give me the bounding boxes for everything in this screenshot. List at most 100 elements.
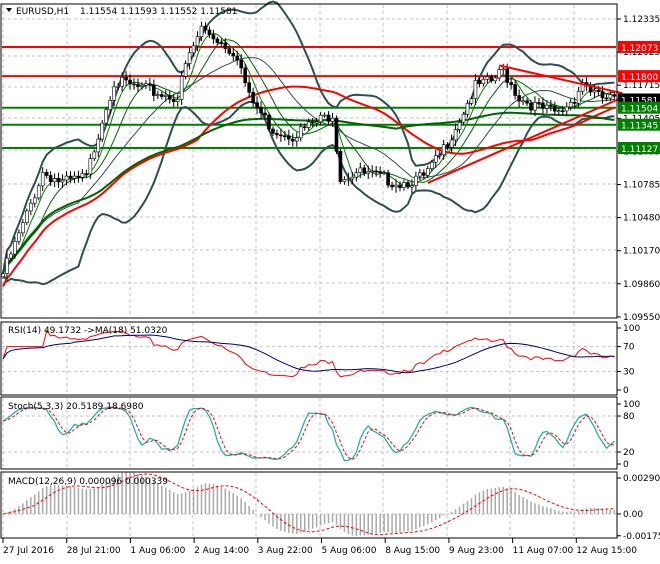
candle [219,38,224,47]
time-tick: 27 Jul 2016 [3,546,54,556]
ma-red [2,85,615,287]
candle [275,129,279,139]
candle [390,181,394,191]
candle [370,165,375,178]
chart-header: EURUSD,H1 1.11554 1.11593 1.11552 1.1158… [6,7,237,17]
candle [267,112,271,132]
candle [497,66,502,81]
candle [354,168,359,182]
level-label: 1.11345 [621,122,658,132]
candle [44,169,49,179]
bollinger-upper [2,0,615,274]
price-tick: 1.12335 [623,15,660,25]
time-tick: 2 Aug 14:00 [194,546,249,556]
candle [338,149,343,184]
candle [473,74,478,105]
candle [56,172,61,189]
stoch-title: Stoch(5,3,3) 20.5189 18.6980 [8,402,144,412]
level-label: 1.11127 [621,145,658,155]
candle [17,229,21,245]
candle [40,167,45,192]
candle [104,107,109,126]
rsi-axis-tick: 0 [623,386,629,396]
ohlc-values: 1.11554 1.11593 1.11552 1.11581 [80,7,237,17]
candle [378,166,382,178]
candle [231,48,236,62]
rsi-axis-tick: 100 [623,324,640,334]
candle [36,183,41,201]
candle [148,77,152,91]
candle [481,76,486,87]
candle [76,170,81,183]
trendline[interactable] [499,64,623,95]
price-tick: 1.09550 [623,313,660,323]
candle [183,60,188,80]
candle [513,80,517,100]
candle [529,99,533,114]
macd-axis-tick: -0.001759 [623,532,660,542]
candle [92,149,97,161]
candle [255,96,259,114]
rsi-title: RSI(14) 49.1732 ->MA(18) 51.0320 [8,326,168,336]
time-tick: 11 Aug 07:00 [513,546,574,556]
candle [549,99,553,112]
candle [294,132,299,147]
rsi-panel[interactable] [2,329,616,378]
candle [402,179,406,191]
candle [326,111,331,126]
time-tick: 5 Aug 06:00 [322,546,377,556]
candle [100,119,105,143]
candle [211,29,216,44]
candle [406,180,410,190]
candle [521,96,525,106]
candle [32,193,37,208]
candle [144,80,148,89]
candle [132,78,136,90]
candle [366,165,371,179]
price-chart[interactable] [1,0,623,287]
price-tick: 1.10170 [623,247,660,257]
candle [207,26,212,39]
stoch-axis-tick: 0 [623,460,629,470]
price-tick: 1.10480 [623,214,660,224]
candle [84,169,89,178]
candle [239,53,243,75]
time-tick: 12 Aug 15:00 [576,546,637,556]
stoch-axis-tick: 20 [623,448,635,458]
candle [298,123,303,142]
candle [537,97,541,108]
axis-labels: 1.123351.120251.117151.114051.110951.107… [2,15,660,556]
candle [80,169,85,182]
candle [414,171,418,191]
candle [564,102,569,116]
price-tick: 1.09860 [623,280,660,290]
level-label: 1.11504 [621,105,658,115]
time-tick: 9 Aug 23:00 [449,546,504,556]
candle [386,169,390,189]
time-tick: 28 Jul 21:00 [67,546,121,556]
stoch-k-line [2,406,615,462]
candle [96,133,101,158]
macd-title: MACD(12,26,9) 0.000096 0.000339 [8,477,168,487]
candle [322,112,327,118]
symbol-label: EURUSD,H1 [16,7,69,17]
candle [437,151,442,160]
candle [453,123,458,147]
candle [291,133,295,147]
triangle-down-icon[interactable] [6,8,12,12]
candle [167,90,172,104]
macd-axis-tick: 0.002904 [623,474,660,484]
candle [72,171,77,183]
candle [152,79,156,102]
candle [485,72,490,84]
time-tick: 8 Aug 15:00 [385,546,440,556]
stoch-panel[interactable] [2,406,616,462]
time-tick: 3 Aug 22:00 [258,546,313,556]
candle [28,198,33,216]
candle [52,173,57,188]
time-tick: 1 Aug 06:00 [130,546,185,556]
candle [433,149,438,168]
rsi-ma-line [2,334,615,374]
chart-window[interactable]: 1.123351.120251.117151.114051.110951.107… [0,0,660,560]
candle [287,129,291,146]
